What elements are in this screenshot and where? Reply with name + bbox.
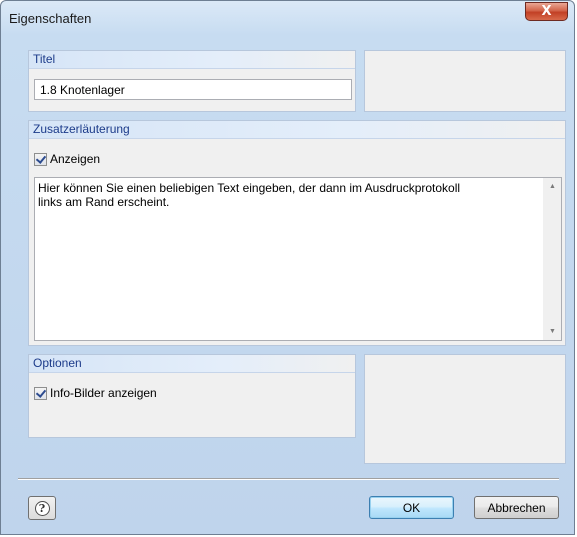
close-icon: X	[541, 4, 552, 19]
ok-button[interactable]: OK	[369, 496, 454, 519]
zusatz-text-line2: links am Rand erscheint.	[38, 195, 170, 209]
scroll-up-icon[interactable]: ▲	[544, 178, 561, 195]
zusatz-textarea[interactable]: Hier können Sie einen beliebigen Text ei…	[34, 177, 562, 341]
titel-side-panel	[364, 50, 566, 112]
textarea-scrollbar[interactable]: ▲ ▼	[543, 178, 561, 340]
help-button[interactable]: ?	[28, 496, 56, 520]
ok-label: OK	[402, 500, 421, 515]
anzeigen-checkbox[interactable]	[34, 152, 47, 166]
close-button[interactable]: X	[525, 2, 568, 21]
cancel-label: Abbrechen	[487, 500, 546, 515]
window-title: Eigenschaften	[9, 11, 92, 26]
optionen-group-header: Optionen	[29, 355, 355, 373]
zusatz-group: Zusatzerläuterung Anzeigen Hier können S…	[28, 120, 566, 346]
zusatz-heading: Zusatzerläuterung	[33, 122, 130, 136]
footer-separator	[18, 478, 559, 480]
info-bilder-label: Info-Bilder anzeigen	[50, 386, 157, 400]
info-bilder-checkbox-row[interactable]: Info-Bilder anzeigen	[34, 386, 157, 400]
titel-group: Titel	[28, 50, 356, 112]
optionen-group: Optionen Info-Bilder anzeigen	[28, 354, 356, 438]
anzeigen-label: Anzeigen	[50, 152, 101, 166]
titel-heading: Titel	[33, 52, 56, 66]
zusatz-group-header: Zusatzerläuterung	[29, 121, 565, 139]
title-bar: Eigenschaften X	[1, 1, 574, 35]
scroll-down-icon[interactable]: ▼	[544, 323, 561, 340]
optionen-side-panel	[364, 354, 566, 464]
cancel-button[interactable]: Abbrechen	[474, 496, 559, 519]
anzeigen-checkbox-row[interactable]: Anzeigen	[34, 152, 100, 166]
optionen-heading: Optionen	[33, 356, 82, 370]
help-icon: ?	[34, 500, 50, 516]
titel-group-header: Titel	[29, 51, 355, 69]
titel-input[interactable]	[34, 79, 352, 100]
info-bilder-checkbox[interactable]	[34, 386, 47, 400]
zusatz-text-line1: Hier können Sie einen beliebigen Text ei…	[38, 181, 461, 195]
